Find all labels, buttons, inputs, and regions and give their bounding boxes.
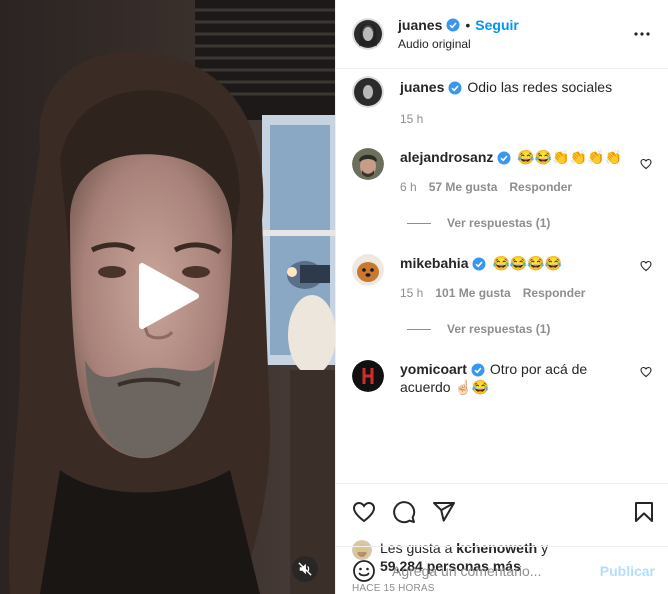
- caption-username[interactable]: juanes: [400, 79, 444, 95]
- commenter-avatar[interactable]: [352, 254, 384, 286]
- play-button[interactable]: [134, 262, 202, 330]
- comment-input[interactable]: [392, 562, 600, 579]
- commenter-username[interactable]: yomicoart: [400, 361, 467, 377]
- more-options-button[interactable]: [630, 22, 654, 46]
- verified-icon: [497, 151, 511, 165]
- author-avatar[interactable]: [352, 18, 384, 50]
- comment-item: alejandrosanz 😂😂👏👏👏👏 6 h 57 Me gusta Resp…: [352, 148, 652, 194]
- comment-likes[interactable]: 57 Me gusta: [429, 180, 498, 194]
- instagram-post: juanes • Seguir Audio original juanes Od…: [0, 0, 668, 594]
- audio-label[interactable]: Audio original: [398, 37, 630, 51]
- comment-likes[interactable]: 101 Me gusta: [435, 286, 510, 300]
- mute-button[interactable]: [292, 556, 318, 582]
- comments-list[interactable]: juanes Odio las redes sociales 15 h alej…: [336, 69, 668, 483]
- comment-icon[interactable]: [392, 500, 416, 524]
- caption: juanes Odio las redes sociales 15 h: [352, 76, 652, 126]
- post-side-panel: juanes • Seguir Audio original juanes Od…: [335, 0, 668, 594]
- reply-button[interactable]: Responder: [509, 180, 572, 194]
- share-icon[interactable]: [432, 500, 456, 524]
- caption-time[interactable]: 15 h: [400, 112, 423, 126]
- more-icon: [634, 32, 650, 36]
- post-header: juanes • Seguir Audio original: [336, 0, 668, 69]
- view-replies-label: Ver respuestas (1): [447, 216, 551, 230]
- comment-time[interactable]: 15 h: [400, 286, 423, 300]
- verified-icon: [472, 257, 486, 271]
- comment-item: yomicoart Otro por acá de acuerdo ☝🏻😂: [352, 360, 652, 396]
- video-player[interactable]: [0, 0, 335, 594]
- heart-icon[interactable]: [352, 500, 376, 524]
- author-avatar[interactable]: [352, 76, 384, 108]
- comment-text: 😂😂😂😂: [492, 255, 563, 271]
- author-username[interactable]: juanes: [398, 17, 442, 33]
- view-replies-button[interactable]: Ver respuestas (1): [407, 216, 652, 230]
- post-actions: [336, 483, 668, 539]
- commenter-username[interactable]: mikebahia: [400, 255, 468, 271]
- follow-button[interactable]: Seguir: [475, 17, 519, 33]
- post-comment-button[interactable]: Publicar: [600, 563, 655, 579]
- commenter-avatar[interactable]: [352, 148, 384, 180]
- emoji-icon[interactable]: [352, 559, 376, 583]
- save-icon[interactable]: [632, 500, 656, 524]
- mute-icon: [298, 562, 312, 576]
- view-replies-button[interactable]: Ver respuestas (1): [407, 322, 652, 336]
- caption-text: Odio las redes sociales: [467, 79, 613, 95]
- like-comment-heart-icon[interactable]: [640, 260, 652, 272]
- play-icon: [139, 263, 199, 329]
- add-comment-bar: Publicar: [336, 546, 668, 594]
- commenter-avatar[interactable]: [352, 360, 384, 392]
- comment-text: 😂😂👏👏👏👏: [517, 149, 622, 165]
- comment-item: mikebahia 😂😂😂😂 15 h 101 Me gusta Responde…: [352, 254, 652, 300]
- commenter-username[interactable]: alejandrosanz: [400, 149, 493, 165]
- like-comment-heart-icon[interactable]: [640, 366, 652, 378]
- reply-button[interactable]: Responder: [523, 286, 586, 300]
- verified-icon: [448, 81, 462, 95]
- comment-time[interactable]: 6 h: [400, 180, 417, 194]
- separator: •: [465, 17, 471, 33]
- verified-icon: [471, 363, 485, 377]
- verified-icon: [446, 18, 460, 32]
- view-replies-label: Ver respuestas (1): [447, 322, 551, 336]
- like-comment-heart-icon[interactable]: [640, 158, 652, 170]
